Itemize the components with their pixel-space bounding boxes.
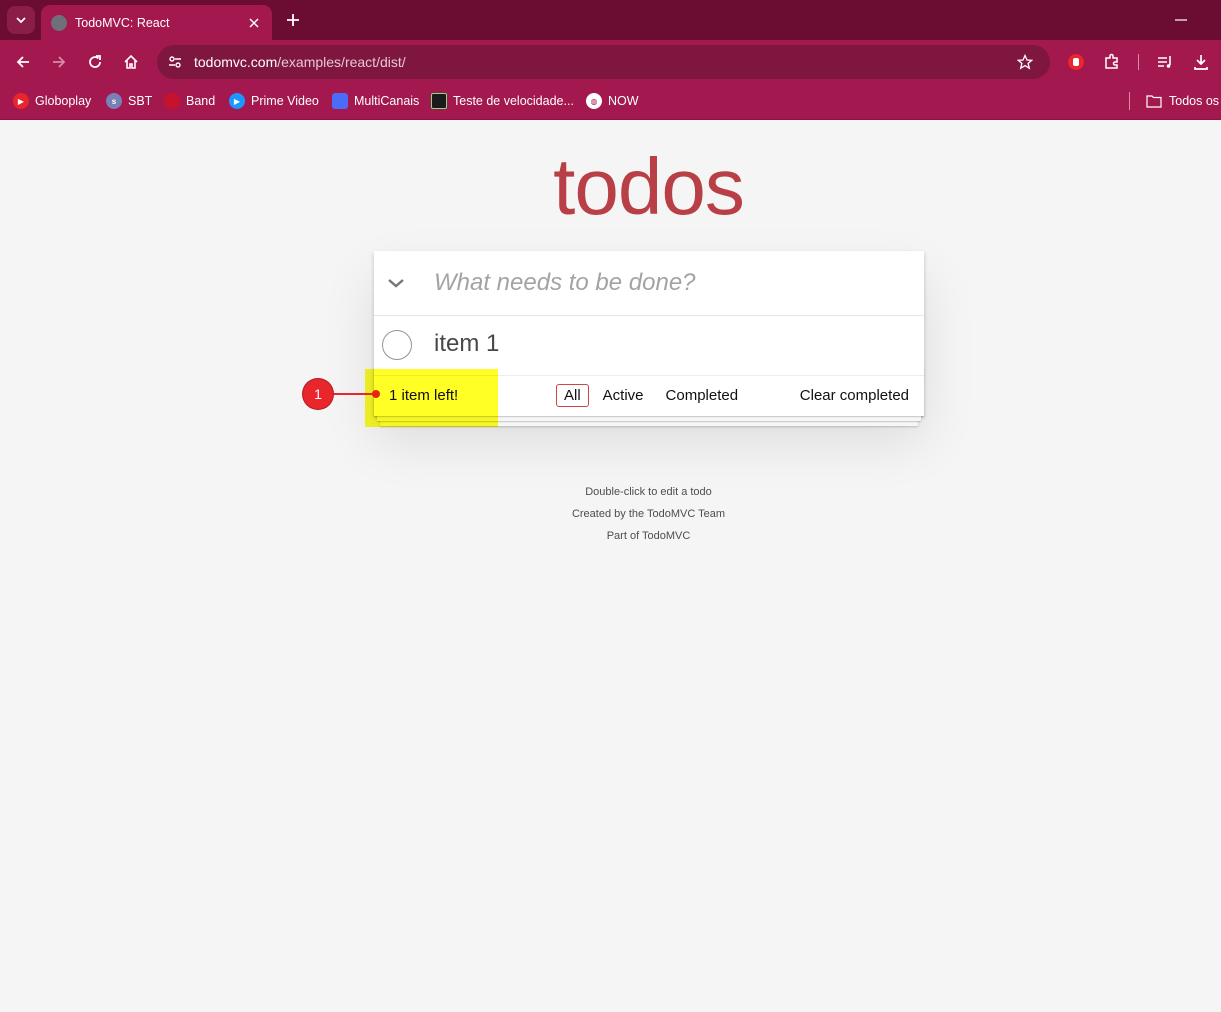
bookmarks-folder[interactable]: Todos os	[1146, 91, 1219, 111]
bookmark-label: MultiCanais	[354, 94, 420, 108]
new-todo-input[interactable]	[434, 267, 904, 299]
bookmark-label: Globoplay	[35, 94, 92, 108]
filter-completed[interactable]: Completed	[658, 384, 747, 407]
info-edit-hint: Double-click to edit a todo	[585, 486, 712, 498]
band-icon	[164, 93, 180, 109]
bookmark-label: Teste de velocidade...	[453, 94, 574, 108]
tune-icon	[169, 56, 181, 68]
annotation-marker: 1	[303, 379, 333, 409]
bookmark-now[interactable]: ◍ NOW	[586, 91, 639, 111]
close-icon	[249, 17, 259, 28]
app-title: todos	[553, 142, 745, 231]
bookmark-speedtest[interactable]: Teste de velocidade...	[431, 91, 574, 111]
close-tab-button[interactable]	[246, 15, 262, 31]
url-text: todomvc.com/examples/react/dist/	[194, 54, 406, 70]
browser-tab[interactable]: TodoMVC: React	[41, 5, 272, 40]
bookmark-label: SBT	[128, 94, 153, 108]
bookmark-sbt[interactable]: s SBT	[106, 91, 152, 111]
globe-icon: ◍	[586, 93, 602, 109]
todo-item[interactable]: item 1	[374, 316, 924, 376]
site-info-button[interactable]	[163, 50, 187, 74]
clear-completed-button[interactable]: Clear completed	[800, 387, 909, 404]
minimize-icon	[1175, 19, 1187, 21]
todo-app: item 1 1 item left! All Active Completed…	[374, 251, 924, 416]
address-bar[interactable]: todomvc.com/examples/react/dist/	[157, 45, 1050, 79]
todo-header	[374, 251, 924, 316]
downloads-button[interactable]	[1189, 50, 1213, 74]
folder-icon	[1146, 95, 1162, 108]
extension-adblock-button[interactable]	[1064, 50, 1088, 74]
info-credits: Created by the TodoMVC Team	[571, 508, 726, 520]
toggle-all-button[interactable]	[384, 271, 408, 295]
multicanais-icon	[332, 93, 348, 109]
playlist-icon	[1158, 56, 1171, 68]
title-bar: TodoMVC: React	[0, 0, 1221, 40]
star-icon	[1017, 54, 1033, 70]
todo-label[interactable]: item 1	[434, 330, 499, 358]
url-host: todomvc.com	[194, 54, 278, 70]
filters: All Active Completed	[553, 384, 749, 407]
bookmarks-bar: ▶ Globoplay s SBT Band ▶ Prime Video Mul…	[0, 84, 1221, 120]
tab-search-button[interactable]	[7, 6, 35, 34]
download-icon	[1194, 55, 1208, 70]
arrow-right-icon	[53, 56, 66, 68]
puzzle-icon	[1105, 53, 1118, 69]
speedtest-icon	[431, 93, 447, 109]
bookmark-band[interactable]: Band	[164, 91, 215, 111]
bookmark-prime-video[interactable]: ▶ Prime Video	[229, 91, 319, 111]
toolbar-divider	[1138, 54, 1139, 70]
arrow-left-icon	[16, 56, 29, 68]
prime-video-icon: ▶	[229, 93, 245, 109]
tab-title: TodoMVC: React	[75, 15, 170, 30]
bookmarks-divider	[1129, 92, 1130, 110]
media-controls-button[interactable]	[1153, 50, 1177, 74]
page-content: todos item 1 1 item left! All Active Com…	[0, 121, 1221, 1012]
bookmark-label: NOW	[608, 94, 639, 108]
home-icon	[124, 54, 138, 69]
new-tab-button[interactable]	[283, 10, 303, 30]
bookmark-star-button[interactable]	[1015, 52, 1035, 72]
hand-stop-icon	[1068, 54, 1084, 70]
info-footer: Double-click to edit a todo Created by t…	[0, 481, 1221, 547]
home-button[interactable]	[119, 50, 143, 74]
todo-complete-toggle[interactable]	[382, 330, 412, 360]
globe-icon	[51, 14, 67, 31]
chevron-down-icon	[388, 279, 404, 288]
globoplay-icon: ▶	[13, 93, 29, 109]
bookmark-globoplay[interactable]: ▶ Globoplay	[13, 91, 91, 111]
bookmarks-folder-label: Todos os	[1169, 94, 1220, 108]
bookmark-label: Prime Video	[251, 94, 319, 108]
back-button[interactable]	[11, 50, 35, 74]
sbt-icon: s	[106, 93, 122, 109]
reload-button[interactable]	[83, 50, 107, 74]
filter-active[interactable]: Active	[595, 384, 652, 407]
plus-icon	[287, 14, 299, 26]
browser-toolbar: todomvc.com/examples/react/dist/	[0, 40, 1221, 84]
reload-icon	[89, 55, 101, 68]
extensions-button[interactable]	[1100, 50, 1124, 74]
bookmark-label: Band	[186, 94, 216, 108]
info-part-of: Part of TodoMVC	[606, 530, 691, 542]
forward-button[interactable]	[47, 50, 71, 74]
minimize-button[interactable]	[1170, 10, 1192, 30]
url-path: /examples/react/dist/	[277, 54, 406, 70]
filter-all[interactable]: All	[556, 384, 589, 407]
bookmark-multicanais[interactable]: MultiCanais	[332, 91, 419, 111]
chevron-down-icon	[16, 17, 26, 24]
items-left-count: 1 item left!	[389, 387, 459, 404]
